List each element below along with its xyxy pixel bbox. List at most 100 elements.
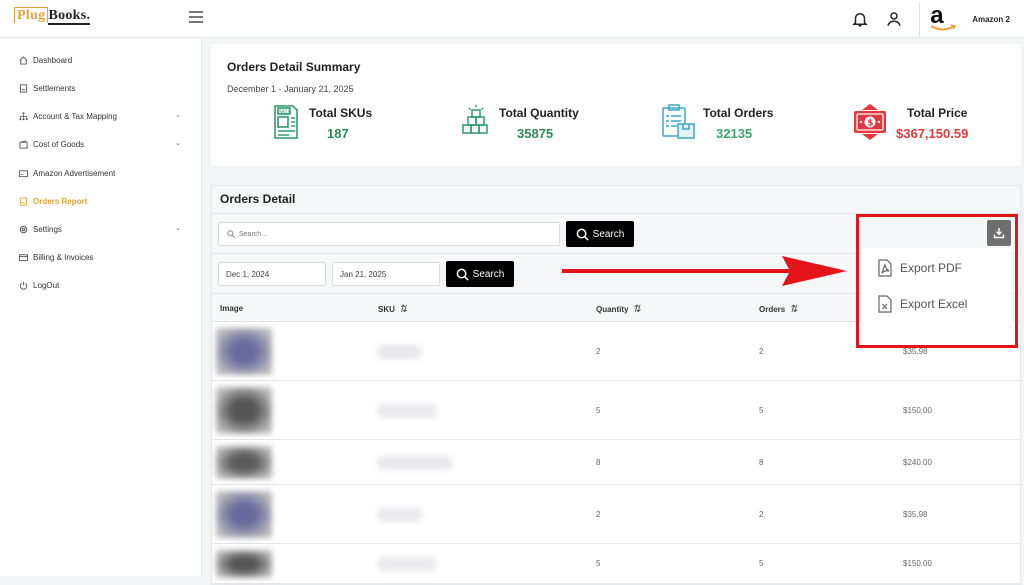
- top-bar: Plug Books. a Amazon 2: [0, 0, 1024, 38]
- stat-label: Total SKUs: [309, 106, 373, 120]
- date-search-button-label: Search: [472, 268, 505, 280]
- excel-file-icon: [878, 295, 892, 313]
- export-excel-item[interactable]: Export Excel: [878, 293, 967, 315]
- table-row[interactable]: 5 5 $150.00: [212, 381, 1020, 440]
- end-date-input[interactable]: Jan 21, 2025: [332, 262, 440, 286]
- sidebar-item-settlements[interactable]: Settlements: [19, 80, 189, 96]
- export-pdf-item[interactable]: Export PDF: [878, 257, 962, 279]
- product-image: [216, 387, 272, 434]
- price-cell: $150.00: [903, 559, 932, 568]
- sidebar-item-label: LogOut: [33, 280, 60, 290]
- sidebar-item-billing-invoices[interactable]: Billing & Invoices: [19, 249, 189, 265]
- sidebar-item-label: Billing & Invoices: [33, 252, 94, 262]
- table-row[interactable]: 2 2 $35.98: [212, 485, 1020, 544]
- account-name[interactable]: Amazon 2: [972, 15, 1010, 24]
- table-row[interactable]: 5 5 $150.00: [212, 544, 1020, 584]
- stat-total-orders: Total Orders 32135: [661, 104, 801, 144]
- quantity-cell: 5: [596, 559, 601, 568]
- quantity-cell: 2: [596, 509, 601, 519]
- sidebar-item-settings[interactable]: Settings ⌄: [19, 221, 189, 237]
- sidebar-item-label: Account & Tax Mapping: [33, 111, 117, 121]
- stat-value: $367,150.59: [896, 126, 969, 141]
- stat-value: 187: [327, 126, 349, 141]
- sidebar-item-logout[interactable]: LogOut: [19, 277, 189, 293]
- product-image: [216, 328, 272, 375]
- pdf-file-icon: [878, 259, 892, 277]
- stat-label: Total Price: [907, 106, 968, 120]
- sidebar-item-label: Orders Report: [33, 196, 88, 206]
- red-arrow-annotation: [562, 256, 847, 286]
- sidebar-item-cost-of-goods[interactable]: Cost of Goods ⌄: [19, 136, 189, 152]
- stat-value: 35875: [517, 126, 554, 141]
- export-download-button[interactable]: [987, 220, 1011, 246]
- sku-value-redacted: [377, 507, 422, 522]
- stat-label: Total Quantity: [499, 106, 579, 120]
- power-icon: [19, 281, 28, 290]
- report-icon: [19, 196, 28, 206]
- stat-total-quantity: Total Quantity 35875: [461, 104, 601, 144]
- chevron-down-icon: ⌄: [175, 112, 181, 119]
- sidebar-item-label: Settings: [33, 224, 62, 234]
- orders-cell: 2: [759, 346, 764, 356]
- gear-icon: [19, 225, 28, 233]
- sidebar-item-dashboard[interactable]: Dashboard: [19, 52, 189, 68]
- hamburger-icon[interactable]: [189, 11, 203, 23]
- download-icon: [993, 228, 1005, 239]
- sitemap-icon: [19, 111, 28, 120]
- sidebar-item-label: Dashboard: [33, 55, 73, 65]
- orders-summary-card: Orders Detail Summary December 1 - Janua…: [211, 44, 1021, 166]
- start-date-input[interactable]: Dec 1, 2024: [218, 262, 326, 286]
- sidebar: Dashboard Settlements Account & Tax Mapp…: [0, 39, 202, 576]
- plugbooks-logo[interactable]: Plug Books.: [14, 7, 91, 25]
- sidebar-item-amazon-advertisement[interactable]: Amazon Advertisement: [19, 165, 189, 181]
- column-header-orders[interactable]: Orders ⇅: [759, 304, 798, 315]
- column-header-quantity[interactable]: Quantity ⇅: [596, 304, 641, 315]
- column-header-sku[interactable]: SKU ⇅: [378, 304, 407, 315]
- export-menu: Export PDF Export Excel: [862, 248, 1012, 343]
- amazon-logo-icon[interactable]: a: [930, 4, 957, 32]
- sidebar-item-label: Cost of Goods: [33, 139, 85, 149]
- quantity-cell: 8: [596, 457, 601, 467]
- stat-total-price: $ Total Price $367,150.59: [853, 104, 1013, 144]
- svg-text:SKU: SKU: [279, 110, 289, 116]
- table-body: 2 2 $35.98 5 5 $150.00 8 8 $240.00 2 2 $35.98 5 5 $150…: [212, 322, 1020, 584]
- sku-value-redacted: [377, 557, 437, 571]
- sku-value-redacted: [377, 403, 437, 418]
- orders-detail-card: Orders Detail Search Dec 1, 2024 Jan 21,…: [211, 185, 1021, 585]
- price-cell: $35.98: [903, 346, 928, 356]
- search-field[interactable]: [218, 222, 560, 246]
- card-icon: [19, 169, 28, 177]
- sidebar-item-label: Amazon Advertisement: [33, 168, 116, 178]
- sort-icon[interactable]: ⇅: [632, 304, 640, 315]
- wallet-icon: [19, 139, 28, 149]
- stat-total-skus: SKU Total SKUs 187: [273, 104, 393, 144]
- column-header-label: Orders: [759, 305, 786, 314]
- date-search-button[interactable]: Search: [446, 261, 514, 287]
- sku-document-icon: SKU: [274, 105, 298, 139]
- orders-cell: 5: [759, 405, 764, 415]
- user-icon[interactable]: [885, 10, 903, 28]
- product-image: [216, 446, 272, 479]
- orders-cell: 2: [759, 509, 764, 519]
- orders-cell: 5: [759, 559, 764, 568]
- divider: [919, 2, 921, 36]
- stat-label: Total Orders: [703, 106, 774, 120]
- search-button[interactable]: Search: [566, 221, 634, 247]
- column-header-image: Image: [220, 304, 244, 313]
- chevron-down-icon: ⌄: [175, 140, 181, 147]
- orders-detail-title: Orders Detail: [212, 186, 1020, 214]
- quantity-cell: 5: [596, 405, 601, 415]
- summary-title: Orders Detail Summary: [227, 60, 361, 74]
- quantity-cell: 2: [596, 346, 601, 356]
- export-pdf-label: Export PDF: [900, 261, 963, 275]
- bell-icon[interactable]: [851, 10, 869, 28]
- price-cell: $150.00: [903, 405, 932, 415]
- clipboard-box-icon: [662, 104, 695, 139]
- sort-icon[interactable]: ⇅: [789, 304, 797, 315]
- sidebar-item-orders-report[interactable]: Orders Report: [19, 193, 189, 209]
- sidebar-item-account-tax-mapping[interactable]: Account & Tax Mapping ⌄: [19, 108, 189, 124]
- search-input[interactable]: [239, 230, 539, 238]
- sort-icon[interactable]: ⇅: [399, 304, 407, 315]
- sku-value-redacted: [377, 344, 422, 359]
- table-row[interactable]: 8 8 $240.00: [212, 440, 1020, 485]
